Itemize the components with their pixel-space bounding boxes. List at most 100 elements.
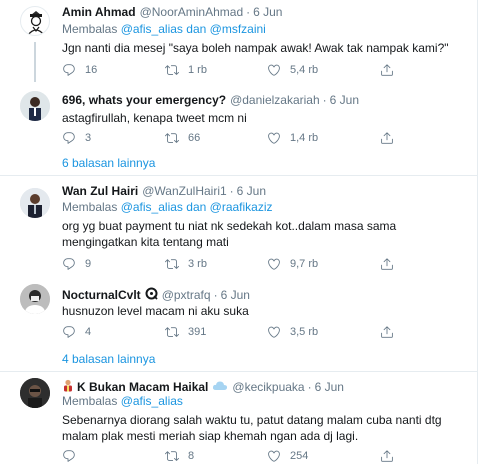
retweet-button[interactable]: 391 [165, 324, 206, 340]
like-count: 9,7 rb [290, 258, 319, 270]
tweet[interactable]: K Bukan Macam Haikal @kecikpuaka · 6 Jun… [0, 372, 480, 464]
avatar[interactable] [20, 6, 50, 36]
tweet[interactable]: Amin Ahmad @NoorAminAhmad · 6 Jun Membal… [0, 0, 480, 84]
replying-to: Membalas @afis_alias dan @raafikaziz [62, 200, 273, 215]
like-count: 5,4 rb [290, 64, 319, 76]
share-icon [380, 449, 394, 463]
timestamp[interactable]: 6 Jun [253, 5, 282, 20]
reply-count: 3 [85, 132, 92, 144]
tweet[interactable]: 696, whats your emergency? @danielzakari… [0, 84, 480, 146]
tweet-text: org yg buat payment tu niat nk sedekah k… [62, 219, 397, 249]
separator-dot: · [229, 184, 234, 198]
like-count: 1,4 rb [290, 132, 319, 144]
action-bar: 4 391 3,5 rb [62, 324, 402, 340]
reply-button[interactable]: 16 [62, 62, 97, 78]
like-count: 254 [290, 450, 309, 462]
mention-link[interactable]: @afis_alias [121, 200, 183, 214]
share-button[interactable] [380, 448, 394, 464]
avatar[interactable] [20, 284, 50, 314]
tweet-header: Wan Zul Hairi @WanZulHairi1 · 6 Jun [62, 184, 266, 199]
tweet-text: husnuzon level macam ni aku suka [62, 304, 249, 318]
retweet-count: 391 [188, 326, 207, 338]
mention-link[interactable]: @msfzaini [210, 22, 266, 36]
mention-link[interactable]: @afis_alias [121, 394, 183, 408]
like-icon [267, 449, 281, 463]
like-icon [267, 63, 281, 77]
replying-to-label: Membalas [62, 22, 118, 36]
username[interactable]: @WanZulHairi1 [142, 184, 226, 199]
like-icon [267, 131, 281, 145]
like-button[interactable]: 254 [267, 448, 308, 464]
mention-and[interactable]: dan [186, 22, 206, 36]
tweet[interactable]: NocturnalCvlt @pxtrafq · 6 Jun husnuzon … [0, 278, 480, 344]
retweet-button[interactable]: 1 rb [165, 62, 207, 78]
share-button[interactable] [380, 256, 394, 272]
reply-icon [62, 449, 76, 463]
reply-button[interactable]: 9 [62, 256, 91, 272]
retweet-icon [165, 325, 179, 339]
like-icon [267, 325, 281, 339]
mention-link[interactable]: @afis_alias [121, 22, 183, 36]
replying-to-label: Membalas [62, 394, 118, 408]
like-count: 3,5 rb [290, 326, 319, 338]
username[interactable]: @NoorAminAhmad [140, 5, 244, 20]
share-button[interactable] [380, 62, 394, 78]
mention-link[interactable]: @raafikaziz [210, 200, 273, 214]
share-icon [380, 257, 394, 271]
avatar[interactable] [20, 378, 50, 408]
reply-icon [62, 325, 76, 339]
tweet-header: Amin Ahmad @NoorAminAhmad · 6 Jun [62, 5, 282, 20]
display-name[interactable]: Amin Ahmad [62, 5, 136, 20]
tweet-header: NocturnalCvlt @pxtrafq · 6 Jun [62, 287, 250, 304]
share-icon [380, 325, 394, 339]
like-button[interactable]: 5,4 rb [267, 62, 318, 78]
tweet-text: Sebenarnya diorang salah waktu tu, patut… [62, 413, 442, 443]
timestamp[interactable]: 6 Jun [237, 184, 266, 199]
like-button[interactable]: 9,7 rb [267, 256, 318, 272]
retweet-button[interactable]: 8 [165, 448, 194, 464]
show-more-replies[interactable]: 4 balasan lainnya [62, 352, 155, 367]
retweet-icon [165, 131, 179, 145]
share-button[interactable] [380, 130, 394, 146]
action-bar: 9 3 rb 9,7 rb [62, 256, 402, 272]
tweet-header: 696, whats your emergency? @danielzakari… [62, 93, 359, 108]
reply-button[interactable] [62, 448, 85, 464]
username[interactable]: @kecikpuaka [232, 380, 304, 395]
username[interactable]: @pxtrafq [162, 288, 211, 303]
avatar[interactable] [20, 91, 50, 121]
separator-dot: · [246, 5, 251, 19]
display-name[interactable]: K Bukan Macam Haikal [77, 380, 208, 395]
retweet-button[interactable]: 3 rb [165, 256, 207, 272]
timestamp[interactable]: 6 Jun [330, 93, 359, 108]
separator-dot: · [213, 288, 218, 302]
display-name[interactable]: 696, whats your emergency? [62, 93, 226, 108]
action-bar: 3 66 1,4 rb [62, 130, 402, 146]
retweet-button[interactable]: 66 [165, 130, 200, 146]
reply-icon [62, 257, 76, 271]
display-name[interactable]: Wan Zul Hairi [62, 184, 138, 199]
reply-button[interactable]: 3 [62, 130, 91, 146]
timestamp[interactable]: 6 Jun [315, 380, 344, 395]
display-name[interactable]: NocturnalCvlt [62, 288, 141, 303]
like-button[interactable]: 1,4 rb [267, 130, 318, 146]
like-button[interactable]: 3,5 rb [267, 324, 318, 340]
retweet-count: 3 rb [188, 258, 207, 270]
tweet-text: Jgn nanti dia mesej "saya boleh nampak a… [62, 41, 449, 55]
replying-to-label: Membalas [62, 200, 118, 214]
cloud-icon [212, 380, 228, 396]
action-bar: 8 254 [62, 448, 402, 464]
tweet[interactable]: Wan Zul Hairi @WanZulHairi1 · 6 Jun Memb… [0, 176, 480, 278]
avatar[interactable] [20, 188, 50, 218]
timestamp[interactable]: 6 Jun [221, 288, 250, 303]
username[interactable]: @danielzakariah [230, 93, 320, 108]
replying-to: Membalas @afis_alias dan @msfzaini [62, 22, 266, 37]
share-button[interactable] [380, 324, 394, 340]
reply-count: 16 [85, 64, 98, 76]
separator-dot: · [307, 380, 312, 394]
retweet-icon [165, 257, 179, 271]
show-more-replies[interactable]: 6 balasan lainnya [62, 156, 155, 171]
retweet-icon [165, 449, 179, 463]
reply-icon [62, 131, 76, 145]
mention-and[interactable]: dan [186, 200, 206, 214]
reply-button[interactable]: 4 [62, 324, 91, 340]
